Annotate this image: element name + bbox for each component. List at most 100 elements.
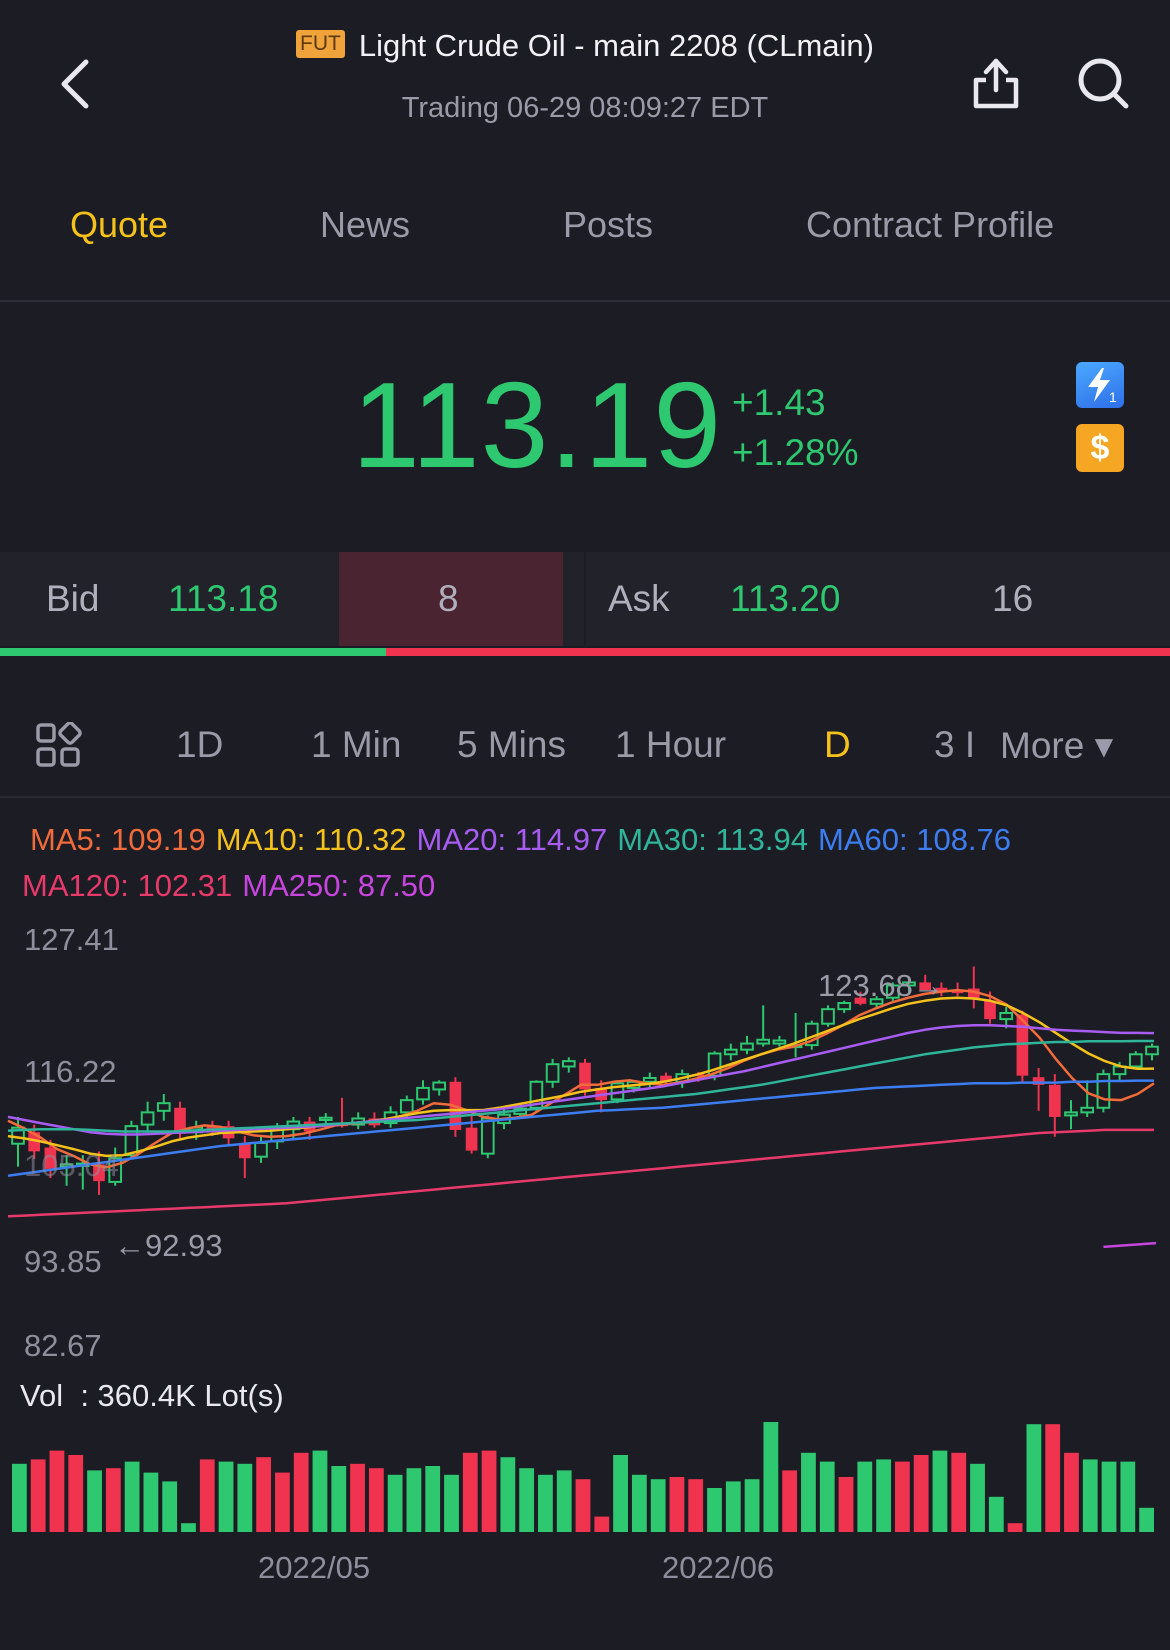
ask-label: Ask	[608, 578, 670, 619]
share-icon	[973, 58, 1019, 109]
volume-bar	[631, 1474, 647, 1532]
candle-body	[399, 1099, 414, 1114]
header: FUT Light Crude Oil - main 2208 (CLmain) …	[0, 0, 1170, 150]
volume-bar	[105, 1468, 121, 1532]
more-periods-dropdown[interactable]: More ▾	[996, 724, 1114, 767]
volume-bar	[218, 1461, 234, 1532]
volume-chart[interactable]	[0, 1420, 1170, 1534]
y-tick-label: 105.04	[24, 1148, 119, 1183]
volume-bar	[932, 1450, 948, 1532]
volume-bar	[1045, 1424, 1061, 1532]
ma250-value: MA250: 87.50	[242, 868, 436, 903]
period-5-mins[interactable]: 5 Mins	[457, 724, 566, 766]
dollar-icon: $	[1090, 428, 1110, 467]
lightning-icon: 1	[1088, 368, 1117, 405]
fut-badge: FUT	[296, 30, 345, 58]
bid-label: Bid	[46, 578, 100, 619]
lightning-button[interactable]: 1	[1076, 362, 1124, 408]
volume-bar	[68, 1455, 84, 1532]
candle-body	[999, 1011, 1014, 1021]
volume-bar	[256, 1457, 272, 1532]
tab-posts[interactable]: Posts	[563, 204, 653, 246]
bid-size: 8	[438, 578, 459, 619]
candle-body	[642, 1076, 657, 1083]
volume-bar	[500, 1457, 516, 1532]
candle-body	[1048, 1084, 1061, 1117]
volume-bar	[857, 1461, 873, 1532]
volume-bar	[49, 1450, 65, 1532]
low-annotation-value: 92.93	[145, 1228, 223, 1263]
dollar-button[interactable]: $	[1076, 424, 1124, 472]
candle-body	[1145, 1045, 1159, 1056]
volume-bar	[462, 1452, 478, 1532]
candle-body	[156, 1102, 171, 1112]
search-button[interactable]	[1074, 52, 1134, 116]
volume-bar	[444, 1474, 459, 1532]
arrow-left-icon: ←	[114, 1228, 145, 1263]
volume-label: Vol : 360.4K Lot(s)	[20, 1378, 284, 1413]
ma120-line	[7, 1128, 1154, 1218]
candle-body	[318, 1116, 333, 1122]
volume-bar	[970, 1463, 985, 1532]
candle-body	[1080, 1106, 1095, 1114]
y-tick-label: 116.22	[24, 1054, 117, 1089]
grid-layout-icon	[36, 721, 82, 767]
candle-body	[1096, 1073, 1111, 1109]
volume-bar	[387, 1474, 403, 1532]
candle-body	[545, 1063, 560, 1083]
period-1d[interactable]: 1D	[176, 724, 223, 766]
ask-size: 16	[992, 578, 1034, 619]
layout-button[interactable]	[36, 721, 82, 768]
candle-body	[984, 1000, 996, 1020]
divider	[0, 796, 1170, 798]
candle-body	[740, 1042, 754, 1051]
ma30-value: MA30: 113.94	[617, 822, 808, 857]
price-change: +1.43	[732, 382, 826, 423]
ma120-value: MA120: 102.31	[22, 868, 233, 903]
volume-bar	[481, 1450, 497, 1532]
candle-body	[561, 1060, 576, 1068]
candle-body	[821, 1008, 835, 1025]
bid-ask-ratio-bar	[0, 648, 1170, 656]
volume-bar	[1139, 1507, 1154, 1532]
tab-quote[interactable]: Quote	[70, 204, 168, 246]
volume-bar	[30, 1459, 46, 1532]
candle-body	[432, 1081, 447, 1091]
volume-bar	[594, 1516, 610, 1532]
price-change-percent: +1.28%	[732, 432, 859, 473]
divider	[0, 300, 1170, 302]
ma250-line	[1103, 1241, 1157, 1249]
x-tick-label: 2022/05	[258, 1550, 371, 1585]
share-button[interactable]	[968, 52, 1028, 116]
volume-bar	[538, 1474, 553, 1532]
volume-bar	[1120, 1461, 1136, 1532]
period-3-partial[interactable]: 3 I	[934, 724, 975, 766]
candle-body	[723, 1048, 738, 1056]
volume-bar	[876, 1459, 891, 1532]
tab-news[interactable]: News	[320, 204, 410, 246]
volume-bar	[951, 1452, 967, 1532]
bid-ratio	[0, 648, 386, 656]
y-tick-label: 93.85	[24, 1244, 102, 1279]
candle-body	[756, 1038, 771, 1045]
tab-contract-profile[interactable]: Contract Profile	[806, 204, 1054, 246]
y-tick-label: 127.41	[24, 922, 119, 957]
period-1-min[interactable]: 1 Min	[311, 724, 401, 766]
volume-bar	[801, 1452, 816, 1532]
volume-bar	[988, 1496, 1004, 1532]
volume-bar	[707, 1488, 722, 1532]
volume-bar	[744, 1479, 760, 1532]
ma5-value: MA5: 109.19	[30, 822, 206, 857]
period-day[interactable]: D	[824, 724, 851, 766]
volume-bar	[1064, 1452, 1079, 1532]
volume-bar	[819, 1461, 835, 1532]
high-annotation: 123.68→	[818, 968, 944, 1004]
ask-price: 113.20	[730, 578, 841, 619]
volume-bar	[613, 1455, 628, 1532]
volume-bar	[650, 1479, 666, 1532]
volume-bar	[331, 1466, 347, 1532]
candle-body	[772, 1039, 787, 1045]
candle-body	[254, 1141, 268, 1158]
tab-bar: Quote News Posts Contract Profile	[0, 190, 1170, 262]
period-1-hour[interactable]: 1 Hour	[615, 724, 726, 766]
